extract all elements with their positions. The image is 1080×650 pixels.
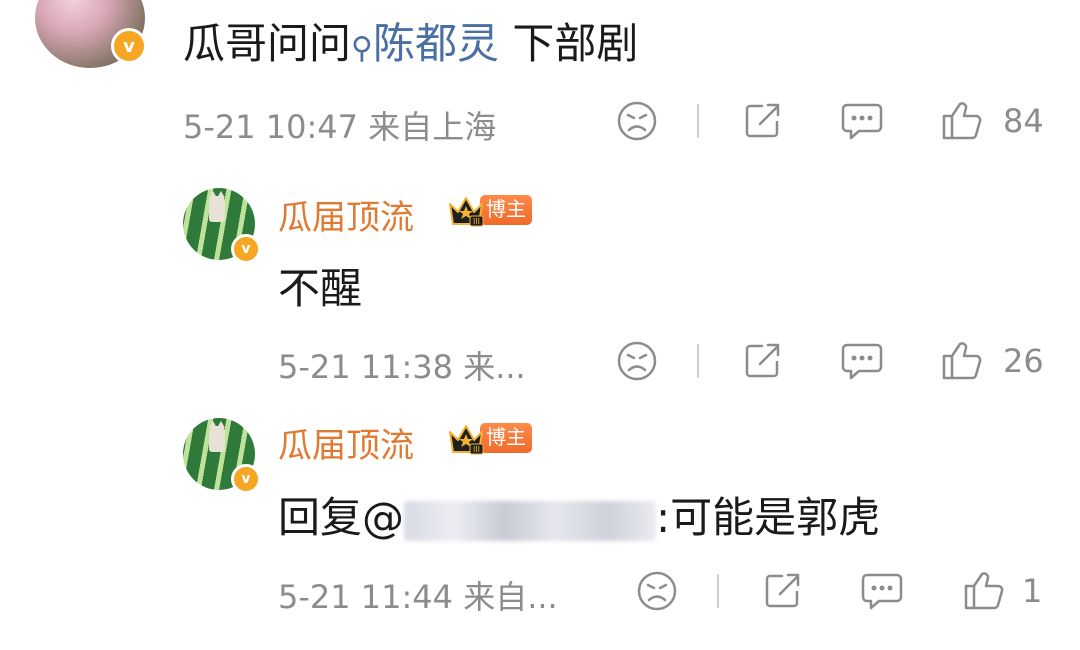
vip-badge: III 博主 — [446, 192, 532, 228]
verified-v-icon: v — [231, 464, 261, 494]
thumbs-up-icon[interactable] — [940, 338, 984, 382]
reply-content: :可能是郭虎 — [656, 493, 881, 542]
svg-text:III: III — [473, 217, 480, 226]
avatar[interactable]: v — [183, 188, 261, 264]
avatar[interactable]: v — [35, 0, 147, 68]
reply-prefix: 回复@ — [278, 493, 405, 542]
reply-location: 来自... — [463, 578, 558, 616]
like-count: 26 — [1003, 342, 1044, 380]
sad-face-icon[interactable] — [616, 100, 658, 142]
divider — [717, 574, 719, 608]
like-count: 1 — [1022, 572, 1043, 610]
thumbs-up-icon[interactable] — [940, 98, 984, 142]
reply-location: 来... — [463, 348, 526, 386]
sad-face-icon[interactable] — [636, 570, 678, 612]
search-link[interactable]: 陈都灵 — [373, 19, 499, 68]
divider — [697, 104, 699, 138]
share-icon[interactable] — [742, 340, 784, 382]
vip-badge: III 博主 — [446, 420, 532, 456]
comment-location: 来自上海 — [368, 108, 497, 146]
reply-time: 5-21 11:44 — [278, 578, 454, 616]
reply-meta: 5-21 11:44 来自... — [278, 572, 558, 618]
comment-icon[interactable] — [860, 570, 904, 612]
share-icon[interactable] — [762, 570, 804, 612]
share-icon[interactable] — [742, 100, 784, 142]
comment-text: 瓜哥问问⚲陈都灵 下部剧 — [183, 10, 638, 71]
search-icon: ⚲ — [351, 31, 373, 66]
thumbs-up-icon[interactable] — [962, 568, 1006, 612]
verified-v-icon: v — [231, 234, 261, 264]
comment-icon[interactable] — [840, 340, 884, 382]
reply-meta: 5-21 11:38 来... — [278, 342, 526, 388]
blogger-badge: 博主 — [480, 423, 532, 453]
comment-author-prefix: 瓜哥问问 — [183, 19, 352, 68]
divider — [697, 344, 699, 378]
comment-thread: v 瓜哥问问⚲陈都灵 下部剧 5-21 10:47 来自上海 84 v 瓜届顶流 — [0, 0, 1080, 650]
reply-username[interactable]: 瓜届顶流 — [278, 418, 414, 467]
comment-time: 5-21 10:47 — [183, 108, 359, 146]
comment-suffix: 下部剧 — [512, 19, 639, 68]
comment-meta: 5-21 10:47 来自上海 — [183, 102, 496, 148]
reply-text: 不醒 — [278, 264, 363, 313]
like-count: 84 — [1003, 102, 1044, 140]
crown-icon: III — [449, 425, 484, 455]
avatar[interactable]: v — [183, 418, 261, 494]
crown-icon: III — [449, 197, 484, 227]
svg-text:III: III — [473, 445, 480, 454]
blogger-badge: 博主 — [480, 195, 532, 225]
reply-time: 5-21 11:38 — [278, 348, 454, 386]
blurred-mention — [404, 500, 657, 541]
comment-icon[interactable] — [840, 100, 884, 142]
reply-username[interactable]: 瓜届顶流 — [278, 190, 414, 239]
reply-text: 回复@ :可能是郭虎 — [278, 484, 880, 545]
verified-v-icon: v — [111, 28, 147, 64]
sad-face-icon[interactable] — [616, 340, 658, 382]
